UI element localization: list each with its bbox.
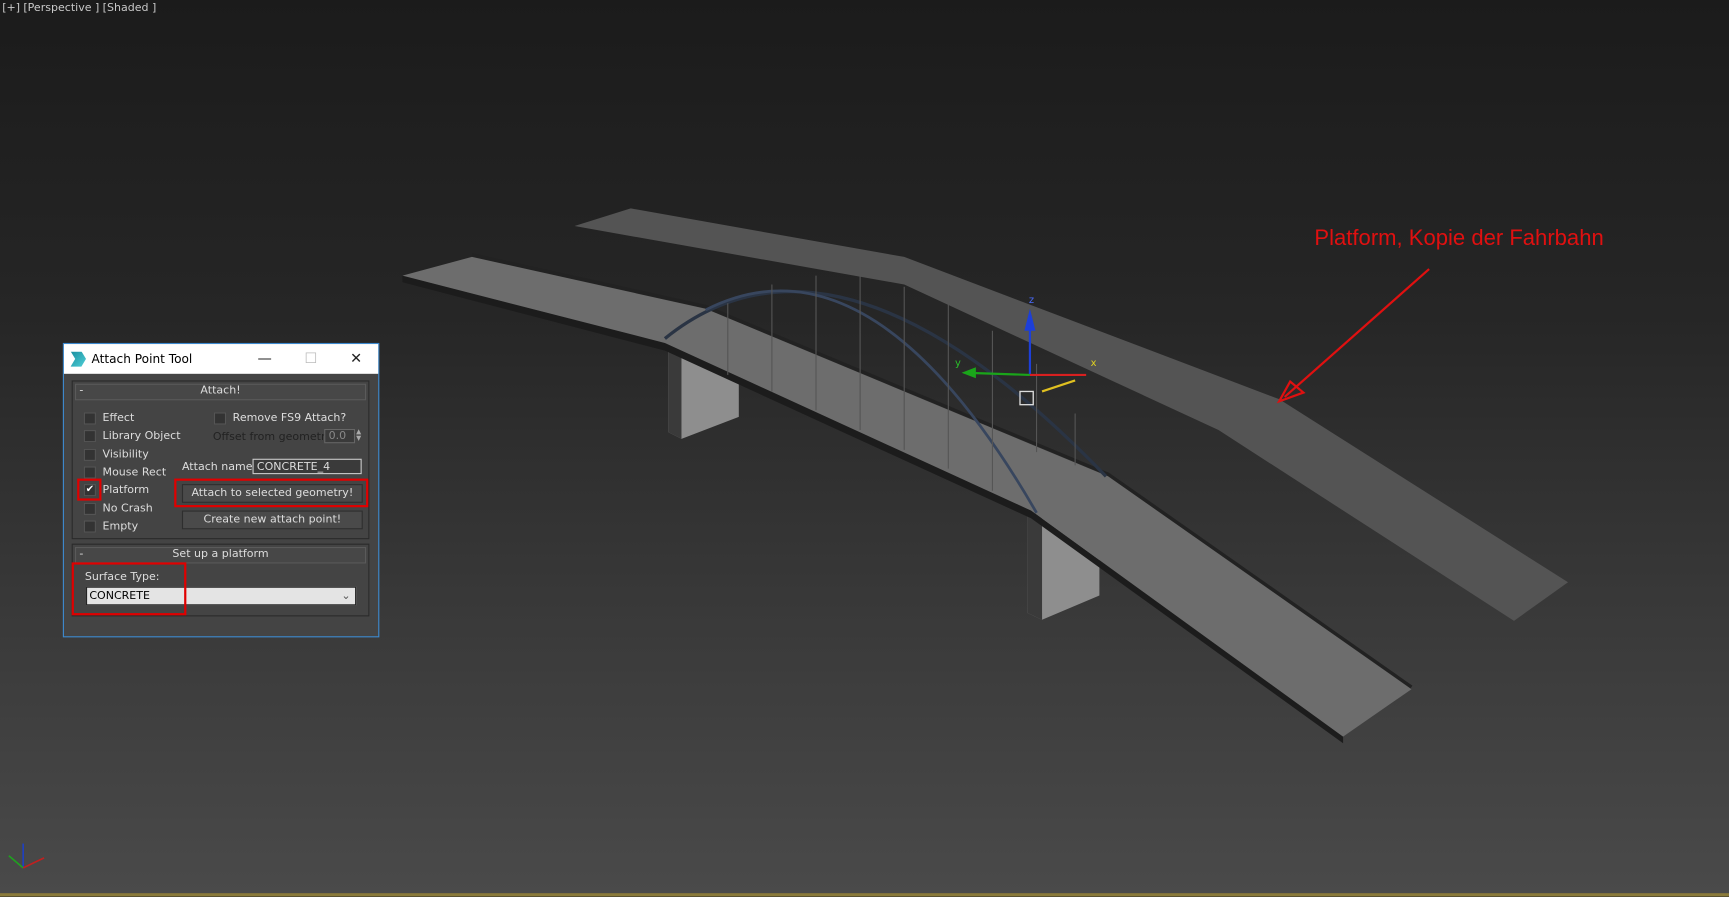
platform-rollout-header[interactable]: - Set up a platform (74, 546, 367, 564)
road-edge (402, 275, 1344, 744)
offset-label: Offset from geometry: (212, 431, 335, 444)
maximize-button[interactable]: ☐ (289, 344, 333, 374)
create-attach-point-button[interactable]: Create new attach point! (181, 510, 363, 530)
offset-input[interactable] (324, 428, 356, 444)
offset-spinner[interactable]: ▲ ▼ (356, 428, 361, 442)
world-axis-icon (8, 843, 45, 869)
viewport[interactable]: [+] [Perspective ] [Shaded ] z y x Platf… (0, 0, 1729, 897)
mouse-rect-checkbox[interactable]: Mouse Rect (83, 466, 166, 479)
title-bar[interactable]: Attach Point Tool — ☐ ✕ (63, 344, 379, 374)
gizmo-x-label: x (1091, 358, 1097, 369)
annotation-arrow (1276, 268, 1430, 404)
surface-type-label: Surface Type: (84, 571, 160, 584)
no-crash-checkbox[interactable]: No Crash (83, 502, 153, 515)
checkmark-icon: ✔ (83, 484, 96, 497)
remove-fs9-checkbox[interactable]: Remove FS9 Attach? (213, 412, 346, 425)
attach-point-tool-dialog[interactable]: Attach Point Tool — ☐ ✕ - Attach! Effect … (62, 342, 380, 638)
road-deck[interactable] (402, 256, 1412, 737)
attach-rollout: - Attach! Effect Library Object Visibilit… (71, 380, 370, 540)
attach-to-geometry-button[interactable]: Attach to selected geometry! (181, 484, 363, 503)
visibility-checkbox[interactable]: Visibility (83, 448, 149, 461)
pillar-right-side (1027, 509, 1043, 620)
attach-name-input[interactable] (252, 458, 362, 475)
surface-type-value: CONCRETE (89, 589, 150, 603)
dialog-title: Attach Point Tool (91, 351, 193, 367)
surface-type-select[interactable]: CONCRETE ⌄ (86, 586, 357, 606)
minimize-button[interactable]: — (243, 344, 287, 374)
close-button[interactable]: ✕ (334, 344, 378, 374)
gizmo-z-label: z (1029, 295, 1034, 306)
platform-checkbox[interactable]: ✔ Platform (83, 484, 149, 497)
pillar-left-side (668, 347, 682, 439)
chevron-down-icon: ⌄ (341, 589, 351, 603)
empty-checkbox[interactable]: Empty (83, 520, 138, 533)
attach-rollout-header[interactable]: - Attach! (74, 383, 367, 401)
library-object-checkbox[interactable]: Library Object (83, 430, 181, 443)
gizmo-y-label: y (955, 358, 961, 369)
effect-checkbox[interactable]: Effect (83, 412, 134, 425)
annotation-text: Platform, Kopie der Fahrbahn (1314, 226, 1604, 251)
app-logo-icon (70, 351, 87, 367)
platform-rollout: - Set up a platform Surface Type: CONCRET… (71, 543, 370, 617)
attach-name-label: Attach name: (181, 460, 257, 474)
